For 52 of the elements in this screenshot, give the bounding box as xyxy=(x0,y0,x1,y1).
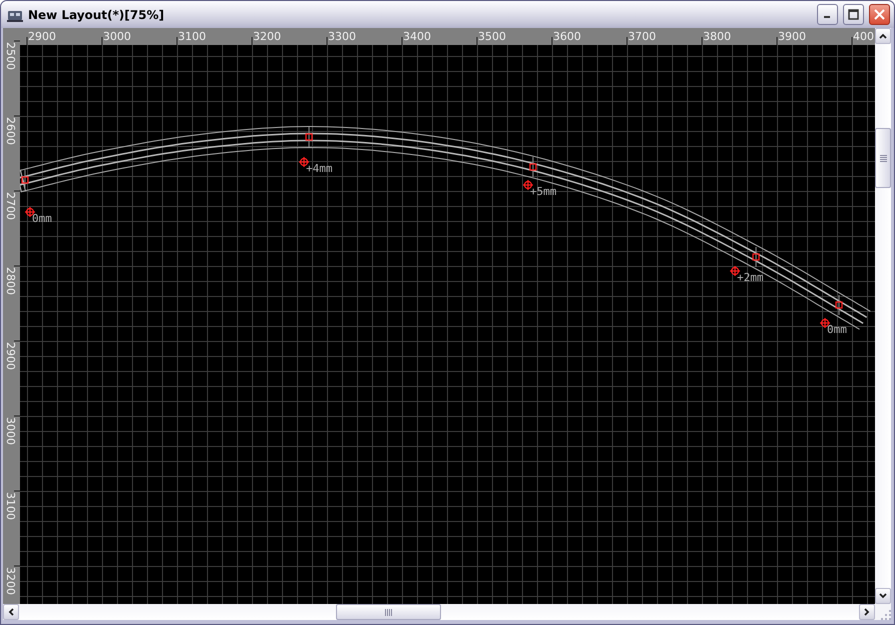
ruler-label: 3000 xyxy=(4,417,17,445)
scroll-up-button[interactable] xyxy=(875,28,891,44)
height-label: 0mm xyxy=(32,212,52,225)
ruler-label: 3200 xyxy=(253,30,281,43)
minimize-button[interactable] xyxy=(817,4,838,25)
maximize-icon xyxy=(848,9,859,20)
ruler-label: 3200 xyxy=(4,567,17,595)
height-label: +4mm xyxy=(306,162,332,175)
chevron-down-icon xyxy=(879,593,887,599)
window-title: New Layout(*)[75%] xyxy=(28,8,166,22)
ruler-label: 3700 xyxy=(628,30,656,43)
close-icon xyxy=(874,9,885,20)
scroll-thumb[interactable] xyxy=(875,128,891,188)
ruler-label: 2700 xyxy=(4,192,17,220)
ruler-label: 3900 xyxy=(778,30,806,43)
ruler-label: 2900 xyxy=(28,30,56,43)
vertical-scrollbar[interactable] xyxy=(875,28,891,604)
joint-marker-icon[interactable] xyxy=(752,253,760,261)
ruler-label: 3100 xyxy=(178,30,206,43)
ruler-label: 3000 xyxy=(103,30,131,43)
chevron-left-icon xyxy=(8,608,14,616)
resize-grip-icon[interactable] xyxy=(880,609,891,620)
ruler-label: 2500 xyxy=(4,42,17,70)
chevron-right-icon xyxy=(864,608,870,616)
height-label: +5mm xyxy=(530,185,556,198)
ruler-label: 2900 xyxy=(4,342,17,370)
height-label: 0mm xyxy=(827,323,847,336)
scroll-left-button[interactable] xyxy=(3,604,19,620)
joint-marker-icon[interactable] xyxy=(835,301,843,309)
ruler-label: 3500 xyxy=(478,30,506,43)
grip-lines-icon xyxy=(385,608,392,616)
joint-marker-icon[interactable] xyxy=(305,133,313,141)
ruler-label: 3600 xyxy=(553,30,581,43)
scroll-down-button[interactable] xyxy=(875,588,891,604)
close-button[interactable] xyxy=(869,4,890,25)
grip-lines-icon xyxy=(880,154,886,162)
joint-marker-icon[interactable] xyxy=(21,176,29,184)
chevron-up-icon xyxy=(879,33,887,39)
ruler-label: 3800 xyxy=(703,30,731,43)
horizontal-scrollbar[interactable] xyxy=(3,604,875,620)
ruler-label: 3100 xyxy=(4,492,17,520)
ruler-label: 2600 xyxy=(4,117,17,145)
layout-canvas[interactable]: 0mm +4mm +5mm +2mm 0mm xyxy=(20,45,875,604)
ruler-label: 3300 xyxy=(328,30,356,43)
maximize-button[interactable] xyxy=(843,4,864,25)
joint-marker-icon[interactable] xyxy=(529,163,537,171)
scroll-right-button[interactable] xyxy=(859,604,875,620)
ruler-label: 2800 xyxy=(4,267,17,295)
height-label: +2mm xyxy=(737,271,764,284)
ruler-label: 3400 xyxy=(403,30,431,43)
ruler-label: 400 xyxy=(853,30,874,43)
scroll-thumb[interactable] xyxy=(336,604,441,620)
